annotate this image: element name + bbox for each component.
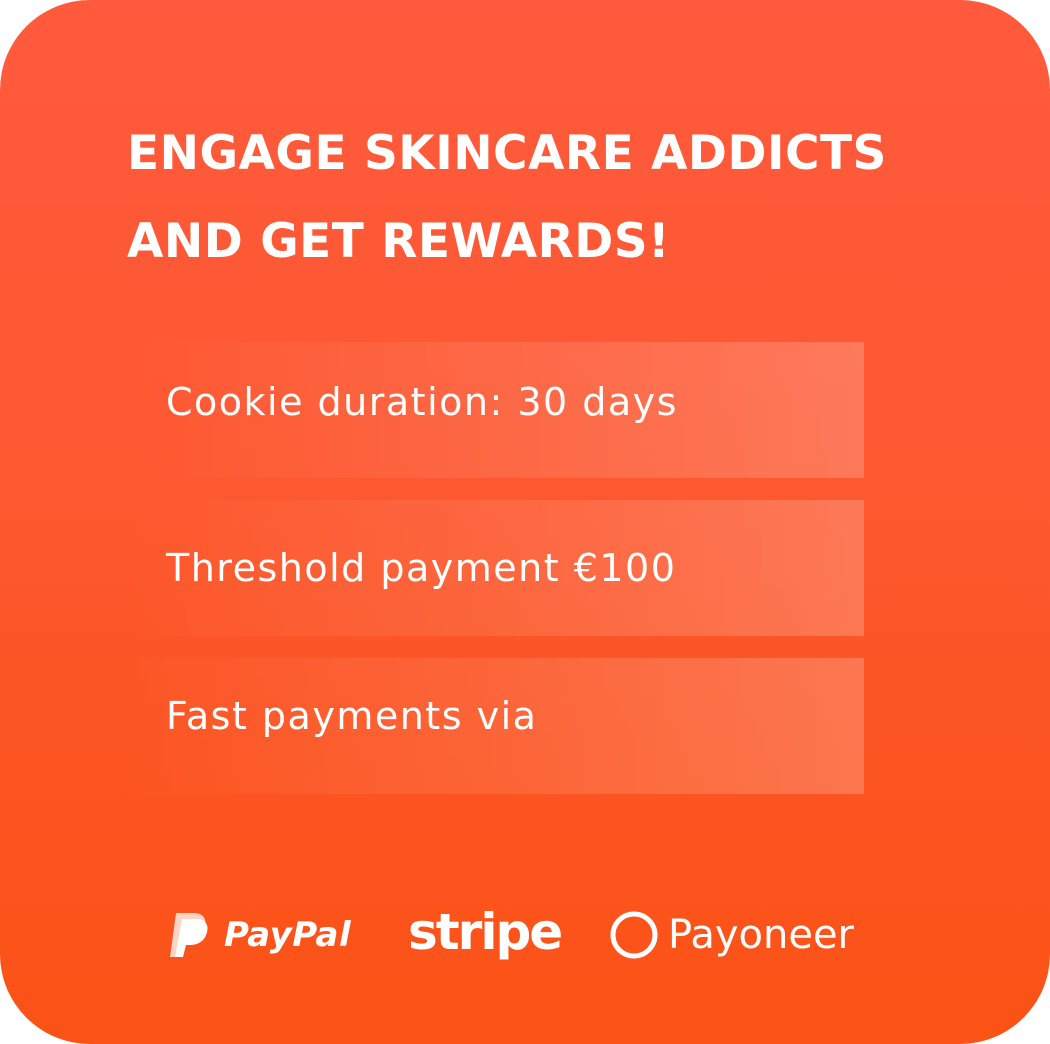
- feature-fast-payments: Fast payments via: [127, 658, 864, 794]
- promo-card: ENGAGE SKINCARE ADDICTS AND GET REWARDS!…: [0, 0, 1050, 1044]
- stripe-logo: stripe: [408, 900, 563, 970]
- headline: ENGAGE SKINCARE ADDICTS AND GET REWARDS!: [127, 110, 987, 286]
- payment-logos: PayPal stripe Payoneer: [168, 900, 908, 970]
- payoneer-logo: Payoneer: [608, 900, 854, 970]
- paypal-icon: [170, 913, 208, 957]
- payoneer-ring-icon: [610, 911, 658, 959]
- feature-cookie-duration: Cookie duration: 30 days: [127, 342, 864, 478]
- payoneer-wordmark: Payoneer: [668, 912, 854, 958]
- feature-label: Threshold payment €100: [166, 546, 677, 590]
- feature-threshold-payment: Threshold payment €100: [127, 500, 864, 636]
- stripe-wordmark: stripe: [408, 903, 563, 961]
- feature-label: Cookie duration: 30 days: [166, 380, 678, 424]
- paypal-logo: PayPal: [168, 900, 351, 970]
- headline-line-2: AND GET REWARDS!: [127, 214, 671, 269]
- feature-label: Fast payments via: [166, 694, 538, 738]
- headline-line-1: ENGAGE SKINCARE ADDICTS: [127, 126, 887, 181]
- paypal-wordmark: PayPal: [224, 915, 352, 955]
